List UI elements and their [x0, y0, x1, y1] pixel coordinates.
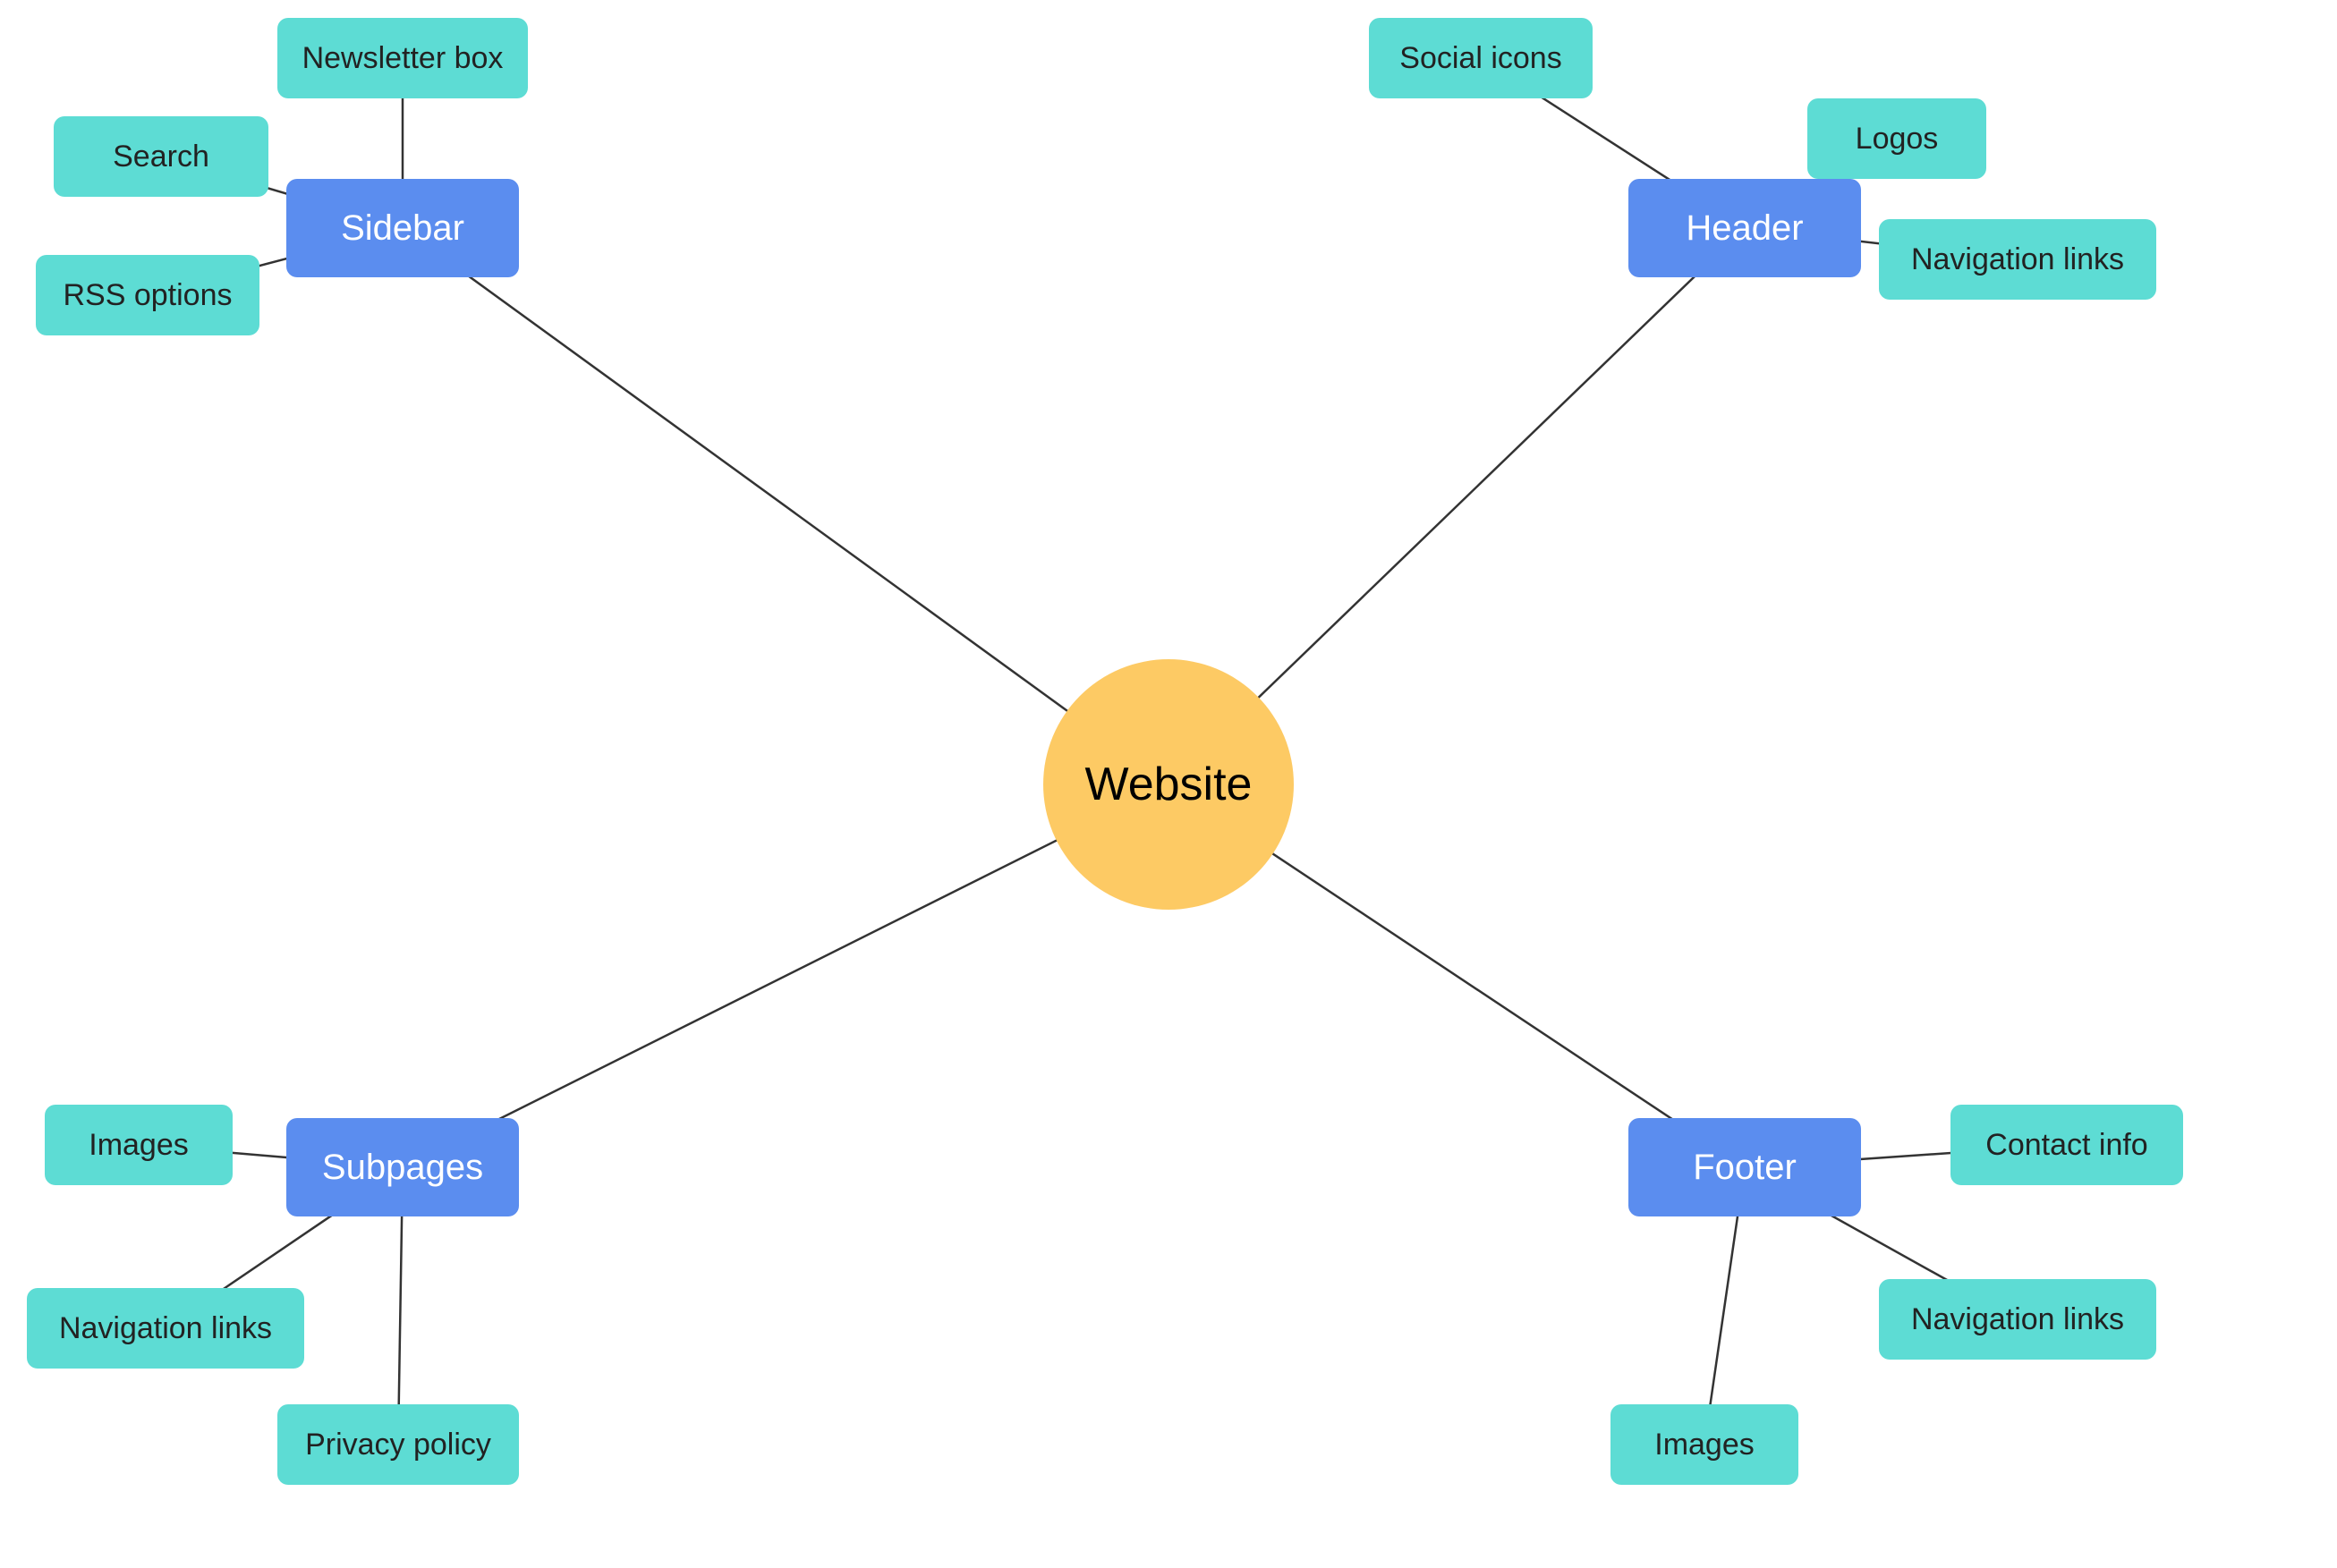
subpages-label: Subpages	[322, 1148, 483, 1188]
sidebar-node: Sidebar	[286, 179, 519, 277]
center-node: Website	[1043, 659, 1294, 910]
footer-node: Footer	[1628, 1118, 1861, 1216]
social-icons-node: Social icons	[1369, 18, 1593, 98]
privacy-node: Privacy policy	[277, 1404, 519, 1485]
diagram-container: Website Sidebar Header Subpages Footer S…	[0, 0, 2337, 1568]
sidebar-label: Sidebar	[341, 208, 464, 249]
newsletter-node: Newsletter box	[277, 18, 528, 98]
images-sub-node: Images	[45, 1105, 233, 1185]
contact-node: Contact info	[1950, 1105, 2183, 1185]
nav-header-node: Navigation links	[1879, 219, 2156, 300]
search-node: Search	[54, 116, 268, 197]
logos-node: Logos	[1807, 98, 1986, 179]
center-label: Website	[1085, 758, 1253, 811]
header-node: Header	[1628, 179, 1861, 277]
nav-footer-node: Navigation links	[1879, 1279, 2156, 1360]
header-label: Header	[1686, 208, 1803, 249]
subpages-node: Subpages	[286, 1118, 519, 1216]
nav-sub-node: Navigation links	[27, 1288, 304, 1369]
footer-label: Footer	[1693, 1148, 1797, 1188]
images-footer-node: Images	[1610, 1404, 1798, 1485]
rss-node: RSS options	[36, 255, 259, 335]
